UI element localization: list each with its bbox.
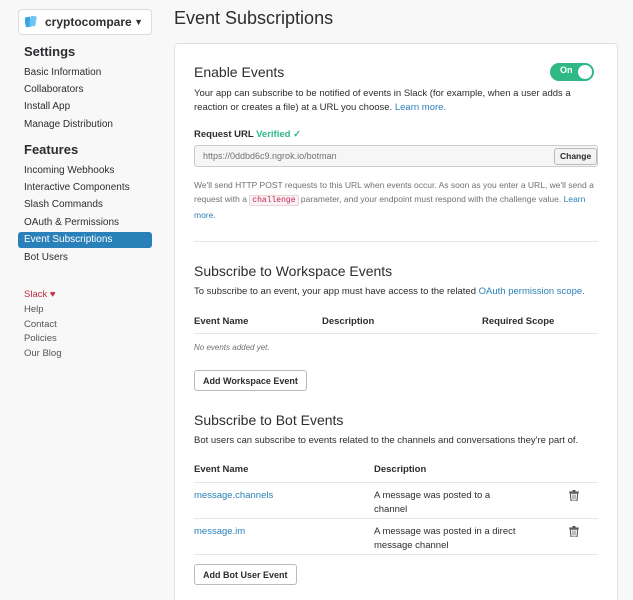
sidebar-item-collaborators[interactable]: Collaborators [24,84,83,95]
description-line: channel [374,504,408,515]
event-description-message-channels: A message was posted to a channel [374,489,524,517]
slack-link-label: Slack [24,289,48,300]
chevron-down-icon: ▼ [134,17,143,27]
event-description-message-im: A message was posted in a direct message… [374,525,534,553]
section-divider [194,241,598,242]
footer-link-contact[interactable]: Contact [24,319,57,330]
sidebar-item-oauth-permissions[interactable]: OAuth & Permissions [24,217,119,228]
features-heading: Features [24,142,79,157]
toggle-knob [578,65,592,79]
footer-link-slack[interactable]: Slack ♥ [24,289,56,300]
help-text-2: parameter, and your endpoint must respon… [300,194,562,204]
oauth-scope-link[interactable]: OAuth permission scope. [479,286,585,297]
col-required-scope: Required Scope [482,316,555,327]
add-bot-user-event-button[interactable]: Add Bot User Event [194,564,297,585]
sidebar-item-incoming-webhooks[interactable]: Incoming Webhooks [24,165,114,176]
event-name-message-im[interactable]: message.im [194,525,245,539]
page-title: Event Subscriptions [174,8,334,28]
heart-icon: ♥ [49,289,56,300]
sidebar-item-install-app[interactable]: Install App [24,101,70,112]
learn-more-link[interactable]: Learn more. [395,102,446,113]
add-workspace-event-button[interactable]: Add Workspace Event [194,370,307,391]
challenge-code: challenge [249,195,299,206]
check-icon: ✓ [293,129,302,140]
request-url-input[interactable] [194,145,598,167]
app-name: cryptocompare [45,15,132,29]
enable-events-description: Your app can subscribe to be notified of… [194,87,604,115]
col-event-name: Event Name [194,316,249,327]
bot-col-description: Description [374,464,427,475]
enable-events-heading: Enable Events [194,64,285,80]
sidebar-item-bot-users[interactable]: Bot Users [24,252,68,263]
trash-icon[interactable] [569,490,579,501]
event-name-message-channels[interactable]: message.channels [194,489,273,503]
footer-link-our-blog[interactable]: Our Blog [24,348,62,359]
col-description: Description [322,316,375,327]
table-divider [194,482,598,483]
footer-link-policies[interactable]: Policies [24,333,57,344]
workspace-events-heading: Subscribe to Workspace Events [194,263,393,279]
bot-events-heading: Subscribe to Bot Events [194,412,344,428]
sidebar-item-basic-information[interactable]: Basic Information [24,67,101,78]
workspace-events-text: To subscribe to an event, your app must … [194,286,476,297]
enable-events-toggle[interactable]: On [550,63,594,81]
description-line: A message was posted in a direct [374,526,516,537]
workspace-events-description: To subscribe to an event, your app must … [194,285,604,299]
bot-col-event-name: Event Name [194,464,249,475]
sidebar-item-manage-distribution[interactable]: Manage Distribution [24,119,113,130]
empty-events-text: No events added yet. [194,343,270,352]
sidebar-item-interactive-components[interactable]: Interactive Components [24,182,130,193]
change-button[interactable]: Change [554,148,598,165]
bot-events-description: Bot users can subscribe to events relate… [194,435,579,446]
description-line: A message was posted to a [374,490,491,501]
request-url-label: Request URL [194,129,254,140]
verified-label: Verified [256,129,291,140]
sidebar-item-event-subscriptions[interactable]: Event Subscriptions [18,232,152,248]
sidebar-item-slash-commands[interactable]: Slash Commands [24,199,103,210]
row-divider [194,518,598,519]
row-divider [194,554,598,555]
description-line: message channel [374,540,449,551]
enable-events-text: Your app can subscribe to be notified of… [194,88,571,113]
settings-card: Enable Events On Your app can subscribe … [174,43,618,600]
table-divider [194,333,598,334]
trash-icon[interactable] [569,526,579,537]
request-url-help: We'll send HTTP POST requests to this UR… [194,178,606,222]
settings-heading: Settings [24,44,76,59]
toggle-label: On [560,65,573,75]
app-icon [25,15,37,28]
footer-link-help[interactable]: Help [24,304,44,315]
request-url-label-row: Request URL Verified ✓ [194,128,301,142]
app-selector[interactable]: cryptocompare ▼ [18,9,152,35]
